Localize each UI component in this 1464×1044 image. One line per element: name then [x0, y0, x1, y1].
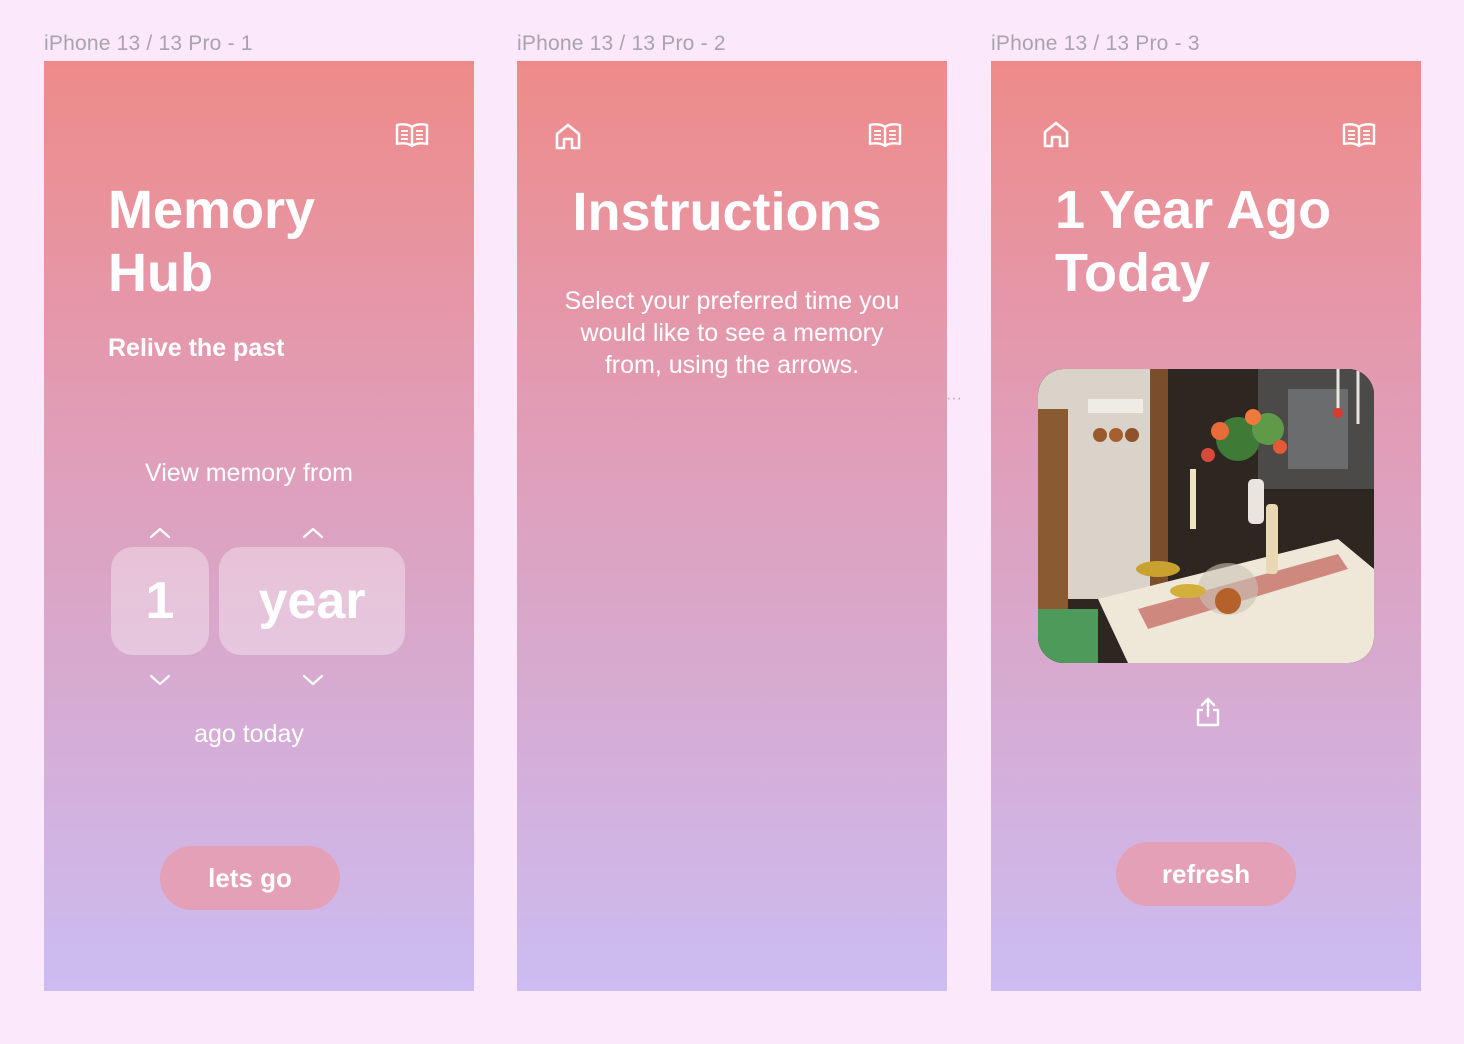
ago-today-label: ago today	[194, 720, 304, 748]
ellipsis-icon: ···	[946, 390, 962, 407]
frame-label-2: iPhone 13 / 13 Pro - 2	[517, 32, 726, 55]
phone-frame-memory: 1 Year Ago Today refresh	[991, 61, 1421, 991]
instructions-text: Select your preferred time you would lik…	[564, 287, 900, 379]
refresh-button[interactable]: refresh	[1116, 842, 1296, 906]
book-icon[interactable]	[394, 121, 430, 149]
view-from-label: View memory from	[145, 459, 353, 487]
book-icon[interactable]	[867, 121, 903, 149]
unit-picker[interactable]: year	[219, 547, 405, 655]
number-up-chevron-icon[interactable]	[145, 523, 175, 543]
subtitle: Relive the past	[108, 334, 285, 362]
number-picker[interactable]: 1	[111, 547, 209, 655]
title-line-2: Today	[1055, 243, 1211, 303]
page-title: Instructions	[572, 182, 882, 242]
memory-photo	[1038, 369, 1374, 663]
phone-frame-home: Memory Hub Relive the past View memory f…	[44, 61, 474, 991]
share-icon[interactable]	[1195, 696, 1221, 728]
frame-label-3: iPhone 13 / 13 Pro - 3	[991, 32, 1200, 55]
book-icon[interactable]	[1341, 121, 1377, 149]
phone-frame-instructions: Instructions Select your preferred time …	[517, 61, 947, 991]
home-icon[interactable]	[553, 121, 583, 151]
unit-up-chevron-icon[interactable]	[298, 523, 328, 543]
frame-label-1: iPhone 13 / 13 Pro - 1	[44, 32, 253, 55]
unit-down-chevron-icon[interactable]	[298, 670, 328, 690]
title-line-2: Hub	[108, 243, 213, 303]
title-line-1: Memory	[108, 180, 316, 240]
home-icon[interactable]	[1041, 119, 1071, 149]
title-line-1: 1 Year Ago	[1055, 180, 1332, 240]
page-title: Memory Hub	[108, 179, 315, 305]
number-down-chevron-icon[interactable]	[145, 670, 175, 690]
lets-go-button[interactable]: lets go	[160, 846, 340, 910]
page-title: 1 Year Ago Today	[1055, 179, 1331, 305]
